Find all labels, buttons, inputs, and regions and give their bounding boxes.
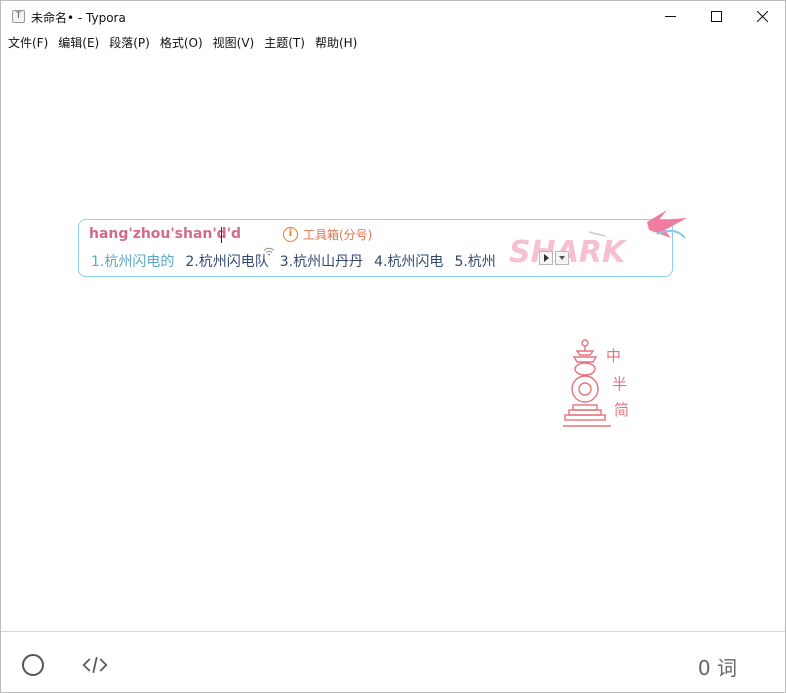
window-title: 未命名• - Typora (31, 11, 126, 25)
ime-skin-logo: SHARK (509, 210, 687, 270)
ime-candidate[interactable]: 4.杭州闪电 (374, 251, 443, 271)
ime-candidate[interactable]: 2.杭州闪电队 (185, 247, 275, 271)
typora-window: T 未命名• - Typora 文件(F) 编辑(E) 段落(P) 格式(O) … (0, 0, 786, 693)
toggle-source-mode-button[interactable] (82, 652, 108, 678)
ime-status-seal[interactable]: 中 半 简 (561, 337, 641, 436)
toggle-sidebar-button[interactable] (20, 652, 46, 678)
ime-candidate-list: 1.杭州闪电的 2.杭州闪电队 3.杭州山丹丹 4.杭州闪电 5.杭州 (91, 247, 507, 271)
menu-help[interactable]: 帮助(H) (310, 33, 362, 53)
ime-toolbox-button[interactable]: i 工具箱(分号) (283, 226, 372, 243)
menu-view[interactable]: 视图(V) (208, 33, 260, 53)
close-button[interactable] (739, 1, 785, 32)
menu-bar: 文件(F) 编辑(E) 段落(P) 格式(O) 视图(V) 主题(T) 帮助(H… (1, 32, 785, 54)
ime-candidate[interactable]: 3.杭州山丹丹 (280, 251, 363, 271)
code-brackets-icon (82, 657, 108, 673)
play-arrow-icon (544, 254, 549, 262)
circle-outline-icon (22, 654, 44, 676)
maximize-button[interactable] (693, 1, 739, 32)
minimize-icon (664, 16, 676, 17)
ime-next-page-button[interactable] (539, 251, 553, 265)
menu-theme[interactable]: 主题(T) (259, 33, 310, 53)
ime-page-nav (539, 251, 569, 265)
ime-candidate[interactable]: 5.杭州 (454, 251, 495, 271)
menu-file[interactable]: 文件(F) (3, 33, 53, 53)
info-icon: i (283, 227, 298, 242)
menu-paragraph[interactable]: 段落(P) (104, 33, 155, 53)
svg-text:中: 中 (606, 347, 621, 365)
menu-format[interactable]: 格式(O) (155, 33, 208, 53)
typora-app-icon: T (12, 10, 25, 23)
ime-candidate-text: 2.杭州闪电队 (185, 254, 269, 270)
close-icon (756, 11, 768, 22)
svg-text:简: 简 (614, 401, 629, 419)
cloud-candidate-icon (263, 247, 275, 256)
menu-edit[interactable]: 编辑(E) (53, 33, 104, 53)
pagoda-seal-icon: 中 半 简 (563, 339, 629, 427)
title-bar: T 未命名• - Typora (1, 1, 785, 32)
maximize-icon (710, 11, 722, 22)
ime-caret (221, 227, 222, 243)
status-bar: 0 词 (1, 631, 785, 692)
minimize-button[interactable] (647, 1, 693, 32)
ime-toolbox-label: 工具箱(分号) (303, 228, 373, 242)
chevron-down-icon (559, 256, 565, 260)
ime-candidate[interactable]: 1.杭州闪电的 (91, 251, 174, 271)
ime-candidate-window: hang'zhou'shan'd'd i 工具箱(分号) 1.杭州闪电的 2.杭… (78, 210, 687, 277)
svg-text:半: 半 (612, 375, 627, 393)
ime-expand-button[interactable] (555, 251, 569, 265)
editor-area[interactable] (1, 54, 785, 631)
word-count[interactable]: 0 词 (698, 652, 737, 681)
ime-composition-text: hang'zhou'shan'd'd (89, 226, 242, 242)
